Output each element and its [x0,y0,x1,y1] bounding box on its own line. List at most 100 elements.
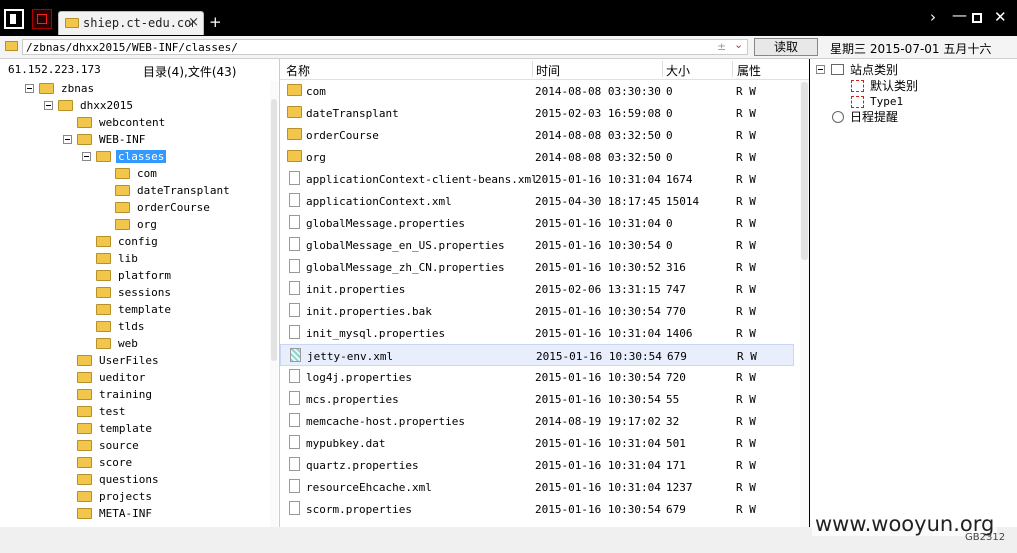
tree-node-label: template [99,422,152,435]
tab-close-icon[interactable]: × [188,15,199,30]
file-row[interactable]: com 2014-08-08 03:30:30 0 R W [280,80,794,102]
file-icon [289,171,300,185]
path-input[interactable]: /zbnas/dhxx2015/WEB-INF/classes/ [22,39,748,55]
folder-icon [96,321,111,332]
file-row[interactable]: org 2014-08-08 03:32:50 0 R W [280,146,794,168]
category-icon [851,80,864,92]
file-icon [289,457,300,471]
file-row[interactable]: init.properties.bak 2015-01-16 10:30:54 77… [280,300,794,322]
tree-node-label: template [118,303,171,316]
date-display: 星期三 2015-07-01 五月十六 [830,42,992,56]
chevron-down-icon[interactable]: ⌄ [734,38,743,51]
folder-icon [287,128,302,140]
file-row[interactable]: init.properties 2015-02-06 13:31:15 747 R W [280,278,794,300]
folder-icon [65,18,79,28]
file-list-scrollbar[interactable] [800,80,809,527]
file-row[interactable]: orderCourse 2014-08-08 03:32:50 0 R W [280,124,794,146]
chevron-right-icon[interactable]: › [930,10,936,25]
column-divider[interactable] [532,61,533,77]
collapse-toggle[interactable] [816,65,825,74]
type1-category-label[interactable]: Type1 [870,95,903,108]
collapse-toggle[interactable] [82,152,91,161]
folder-icon [96,253,111,264]
app-logo-icon[interactable] [4,9,24,29]
tab-site[interactable]: shiep.ct-edu.com.cn × [58,11,204,35]
folder-icon [115,185,130,196]
folder-icon [287,106,302,118]
file-icon [289,237,300,251]
server-ip: 61.152.223.173 [8,63,101,76]
file-row[interactable]: dateTransplant 2015-02-03 16:59:08 0 R W [280,102,794,124]
tree-node-label: tlds [118,320,145,333]
tree-node-label: platform [118,269,171,282]
file-size: 1406 [666,327,693,340]
folder-icon [287,84,302,96]
column-header-size[interactable]: 大小 [666,62,690,79]
file-time: 2015-01-16 10:31:04 [535,481,661,494]
path-sort-icon[interactable]: ± [717,40,726,53]
file-attr: R W [736,393,756,406]
scroll-thumb[interactable] [801,82,808,260]
column-divider[interactable] [732,61,733,77]
site-category-panel: 站点类别 默认类别 Type1 日程提醒 [810,59,1017,527]
dir-file-counts: 目录(4),文件(43) [143,65,237,79]
folder-icon [96,236,111,247]
new-tab-button[interactable]: + [209,13,222,31]
file-icon [290,348,301,362]
file-time: 2015-01-16 10:31:04 [535,459,661,472]
column-header-attr[interactable]: 属性 [737,62,761,79]
file-row[interactable]: mypubkey.dat 2015-01-16 10:31:04 501 R W [280,432,794,454]
folder-icon [115,219,130,230]
file-row[interactable]: globalMessage.properties 2015-01-16 10:31… [280,212,794,234]
collapse-toggle[interactable] [44,101,53,110]
tree-scrollbar[interactable] [270,81,278,527]
file-time: 2014-08-08 03:32:50 [535,151,661,164]
file-row[interactable]: quartz.properties 2015-01-16 10:31:04 171 R… [280,454,794,476]
column-divider[interactable] [662,61,663,77]
file-row[interactable]: init_mysql.properties 2015-01-16 10:31:04… [280,322,794,344]
file-size: 720 [666,371,686,384]
column-header-name[interactable]: 名称 [286,62,310,79]
tree-node-label: web [118,337,138,350]
folder-icon [96,151,111,162]
file-time: 2015-01-16 10:31:04 [535,437,661,450]
minimize-button[interactable]: — [952,8,967,23]
file-row[interactable]: globalMessage_zh_CN.properties 2015-01-16… [280,256,794,278]
scroll-thumb[interactable] [271,99,277,361]
tree-node-label: META-INF [99,507,152,520]
file-row[interactable]: applicationContext.xml 2015-04-30 18:17:4… [280,190,794,212]
file-row[interactable]: resourceEhcache.xml 2015-01-16 10:31:04 12… [280,476,794,498]
file-attr: R W [736,283,756,296]
file-row[interactable]: scorm.properties 2015-01-16 10:30:54 679 R … [280,498,794,520]
file-attr: R W [736,239,756,252]
tree-node-label: dhxx2015 [80,99,133,112]
file-row[interactable]: memcache-host.properties 2014-08-19 19:17… [280,410,794,432]
file-row[interactable]: mcs.properties 2015-01-16 10:30:54 55 R W [280,388,794,410]
folder-icon [77,134,92,145]
default-category-label[interactable]: 默认类别 [870,77,918,94]
column-header-time[interactable]: 时间 [536,62,560,79]
file-row[interactable]: log4j.properties 2015-01-16 10:30:54 720 R … [280,366,794,388]
file-row[interactable]: applicationContext-client-beans.xml 2015-… [280,168,794,190]
file-row[interactable]: jetty-env.xml 2015-01-16 10:30:54 679 R W [280,344,794,366]
file-size: 1237 [666,481,693,494]
file-time: 2015-01-16 10:31:04 [535,217,661,230]
collapse-toggle[interactable] [25,84,34,93]
file-name: mcs.properties [306,393,399,406]
file-name: mypubkey.dat [306,437,386,450]
folder-icon [287,150,302,162]
read-button[interactable]: 读取 [754,38,818,56]
file-icon [289,193,300,207]
collapse-toggle[interactable] [63,135,72,144]
site-category-label[interactable]: 站点类别 [850,61,898,78]
file-row[interactable]: globalMessage_en_US.properties 2015-01-16… [280,234,794,256]
encoding-label[interactable]: GB2312 [965,532,1005,543]
schedule-reminder-label[interactable]: 日程提醒 [850,108,898,125]
tree-node-label: zbnas [61,82,95,95]
file-attr: R W [736,195,756,208]
tree-node-label: score [99,456,133,469]
file-attr: R W [736,85,756,98]
app-secondary-icon[interactable] [32,9,52,29]
maximize-button[interactable] [972,13,982,23]
close-button[interactable]: ✕ [994,10,1007,25]
